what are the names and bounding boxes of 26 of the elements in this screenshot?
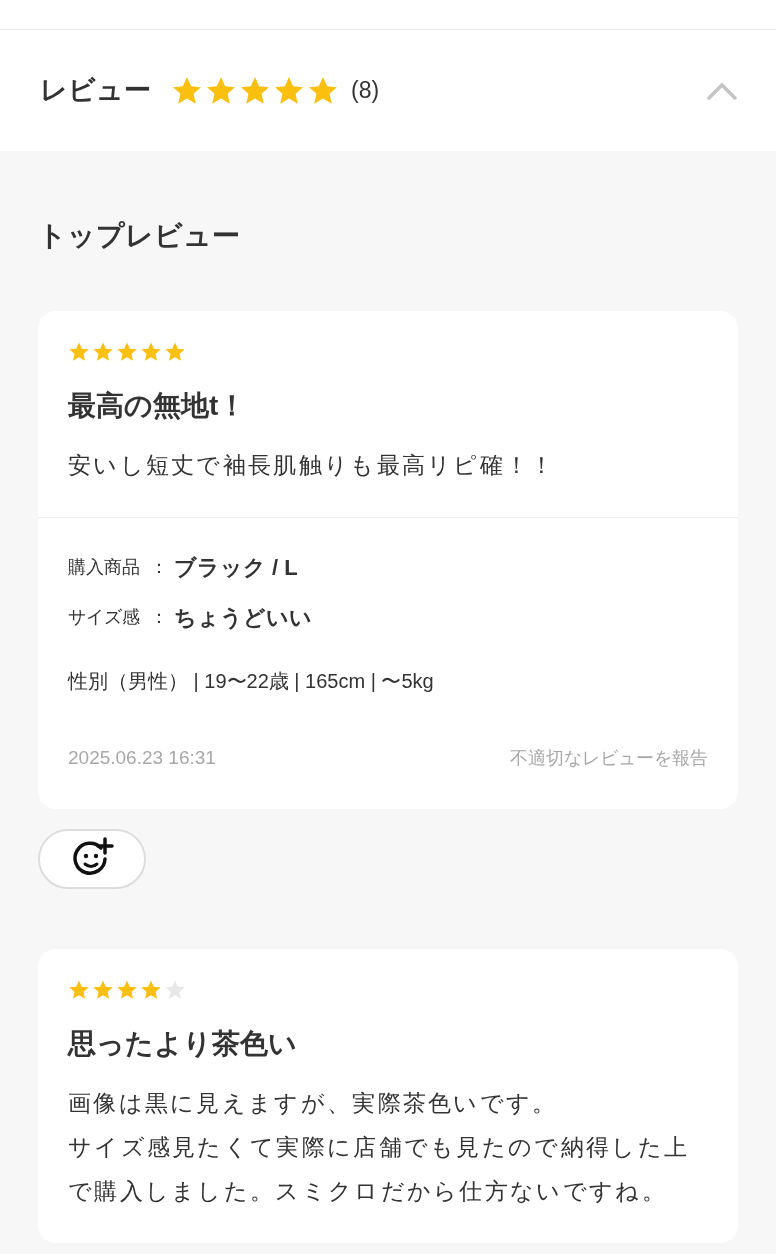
star-icon (92, 341, 114, 363)
detail-value: ちょうどいい (174, 603, 312, 632)
star-icon (140, 341, 162, 363)
star-icon (140, 978, 162, 1001)
subsection-heading: トップレビュー (38, 219, 241, 253)
star-icon (116, 978, 138, 1001)
star-icon (68, 978, 90, 1001)
review-text: 画像は黒に見えますが、実際茶色いです。 (68, 1088, 559, 1118)
separator: ： (150, 605, 169, 629)
star-icon (92, 978, 114, 1001)
review-title: 思ったより茶色い (68, 1026, 298, 1061)
star-icon (68, 341, 90, 363)
review-title: 最高の無地t！ (68, 389, 248, 423)
detail-label: 購入商品 (68, 555, 141, 579)
star-icon (164, 341, 186, 363)
review-text: 安いし短丈で袖長肌触りも最高リピ確！！ (68, 451, 557, 480)
review-count: (8) (351, 76, 380, 106)
detail-label: サイズ感 (68, 605, 141, 629)
reviewer-profile: 性別（男性） | 19〜22歳 | 165cm | 〜5kg (68, 669, 435, 694)
report-link[interactable]: 不適切なレビューを報告 (510, 744, 708, 772)
section-heading: レビュー (40, 74, 151, 108)
review-date: 2025.06.23 16:31 (68, 746, 216, 770)
review-text: サイズ感見たくて実際に店舗でも見たので納得した上で購入しました。スミクロだから仕方ないですね。 (68, 1132, 691, 1206)
detail-value: ブラック / L (174, 553, 298, 582)
star-icon (116, 341, 138, 363)
separator: ： (150, 555, 169, 579)
